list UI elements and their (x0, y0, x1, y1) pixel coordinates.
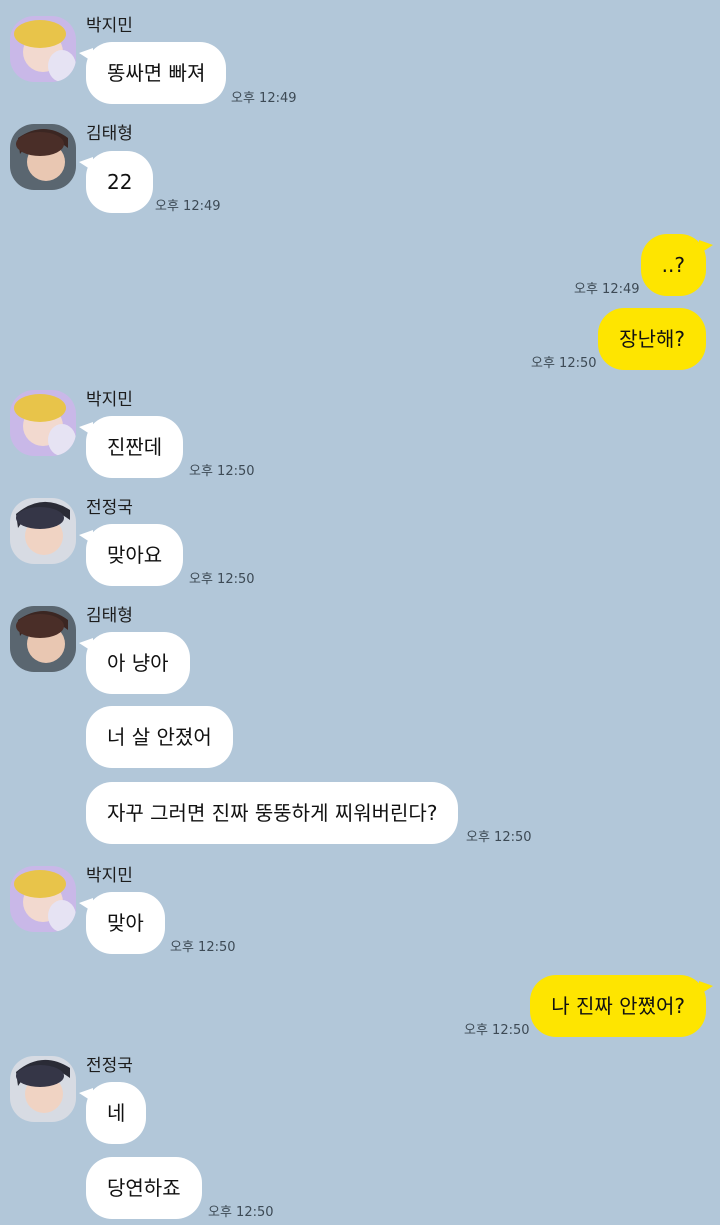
message-time: 오후 12:49 (231, 91, 297, 106)
message-time: 오후 12:50 (531, 356, 597, 371)
avatar-jimin[interactable] (10, 866, 76, 932)
message-time: 오후 12:50 (208, 1205, 274, 1220)
sender-name: 전정국 (86, 498, 133, 518)
avatar-jungkook[interactable] (10, 498, 76, 564)
my-message-bubble[interactable]: 장난해? (598, 308, 706, 370)
message-bubble[interactable]: 자꾸 그러면 진짜 뚱뚱하게 찌워버린다? (86, 782, 459, 844)
message-bubble[interactable]: 맞아 (79, 892, 165, 954)
message-bubble[interactable]: 22 (78, 151, 154, 213)
avatar-jimin[interactable] (10, 390, 76, 456)
chat-room[interactable]: 박지민 똥싸면 빠져 오후 12:49 김태형 22 오후 12:49 ..? … (0, 0, 720, 1225)
sender-name: 박지민 (86, 866, 133, 886)
message-time: 오후 12:50 (189, 464, 255, 479)
sender-name: 박지민 (86, 16, 133, 36)
message-bubble[interactable]: 너 살 안졌어 (86, 706, 233, 768)
message-bubble[interactable]: 진짠데 (78, 416, 184, 478)
message-time: 오후 12:50 (189, 572, 255, 587)
my-message-bubble[interactable]: ..? (640, 234, 714, 296)
message-time: 오후 12:50 (170, 940, 236, 955)
avatar-taehyung[interactable] (10, 606, 76, 672)
message-bubble[interactable]: 당연하죠 (86, 1157, 202, 1219)
message-time: 오후 12:49 (574, 282, 640, 297)
avatar-taehyung[interactable] (10, 124, 76, 190)
message-time: 오후 12:49 (155, 199, 221, 214)
avatar-jungkook[interactable] (10, 1056, 76, 1122)
sender-name: 김태형 (86, 124, 133, 144)
sender-name: 박지민 (86, 390, 133, 410)
sender-name: 김태형 (86, 606, 133, 626)
message-time: 오후 12:50 (464, 1023, 530, 1038)
sender-name: 전정국 (86, 1056, 133, 1076)
message-bubble[interactable]: 네 (78, 1082, 147, 1144)
message-bubble[interactable]: 맞아요 (78, 524, 184, 586)
avatar-jimin[interactable] (10, 16, 76, 82)
message-time: 오후 12:50 (466, 830, 532, 845)
message-bubble[interactable]: 아 냥아 (79, 632, 190, 694)
message-bubble[interactable]: 똥싸면 빠져 (78, 42, 227, 104)
my-message-bubble[interactable]: 나 진짜 안쪘어? (530, 975, 713, 1037)
